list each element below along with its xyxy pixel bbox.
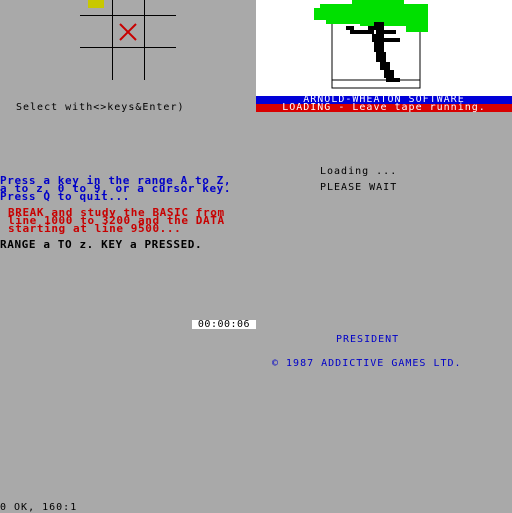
board-cursor	[88, 0, 104, 8]
loading-text: Loading ...	[320, 166, 398, 177]
x-mark-icon	[119, 23, 137, 41]
board-hline-1	[80, 15, 176, 16]
loading-status: LOADING - Leave tape running.	[256, 103, 512, 113]
break-line-3: starting at line 9500...	[8, 222, 182, 235]
board-hline-2	[80, 47, 176, 48]
please-wait-text: PLEASE WAIT	[320, 182, 398, 193]
tree-icon	[314, 0, 428, 89]
prompt-line-3: Press Q to quit...	[0, 190, 131, 203]
key-result: RANGE a TO z. KEY a PRESSED.	[0, 238, 203, 251]
tic-tac-toe-board[interactable]	[80, 0, 176, 80]
select-hint: Select with<>keys&Enter)	[16, 102, 185, 113]
board-vline-2	[144, 0, 145, 80]
elapsed-timer: 00:00:06	[192, 320, 256, 330]
board-vline-1	[112, 0, 113, 80]
copyright: © 1987 ADDICTIVE GAMES LTD.	[272, 358, 462, 369]
game-title: PRESIDENT	[336, 334, 400, 345]
